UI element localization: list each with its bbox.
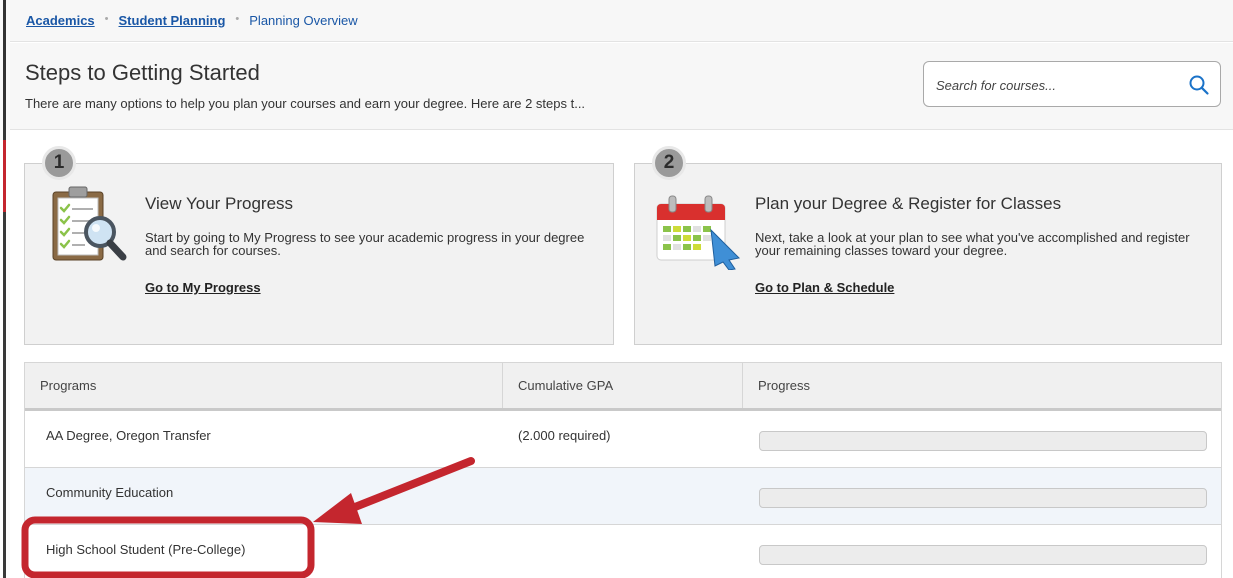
step-card-progress: 1 View Your Progress Start by going to M… <box>24 146 614 345</box>
column-header-progress: Progress <box>758 378 811 393</box>
table-row[interactable]: High School Student (Pre-College) <box>25 525 1221 578</box>
program-name: AA Degree, Oregon Transfer <box>46 428 211 443</box>
programs-table: Programs Cumulative GPA Progress AA Degr… <box>24 362 1222 578</box>
search-icon[interactable] <box>1188 74 1210 96</box>
progress-clipboard-icon <box>52 186 127 261</box>
step-number-badge: 2 <box>652 146 686 180</box>
search-input[interactable] <box>934 74 1178 96</box>
step-card-plan: 2 Plan your Degree & Register for Classe… <box>634 146 1222 345</box>
program-gpa: (2.000 required) <box>518 428 611 443</box>
rail-bar <box>3 0 6 578</box>
breadcrumb-academics[interactable]: Academics <box>26 13 95 28</box>
calendar-icon <box>656 195 741 270</box>
table-header: Programs Cumulative GPA Progress <box>25 363 1221 411</box>
table-row[interactable]: AA Degree, Oregon Transfer (2.000 requir… <box>25 411 1221 468</box>
progress-bar <box>759 545 1207 565</box>
column-header-programs: Programs <box>25 363 503 408</box>
breadcrumb-planning-overview: Planning Overview <box>249 13 358 28</box>
progress-bar <box>759 488 1207 508</box>
step-title: Plan your Degree & Register for Classes <box>755 194 1062 213</box>
go-to-plan-schedule-link[interactable]: Go to Plan & Schedule <box>755 280 894 295</box>
course-search <box>923 61 1221 107</box>
page-title: Steps to Getting Started <box>25 60 260 85</box>
program-name: High School Student (Pre-College) <box>46 542 246 557</box>
step-description: Next, take a look at your plan to see wh… <box>755 230 1190 258</box>
table-row[interactable]: Community Education <box>25 468 1221 525</box>
page-subtitle: There are many options to help you plan … <box>25 96 586 111</box>
breadcrumb-separator: • <box>235 13 240 25</box>
step-number-badge: 1 <box>42 146 76 180</box>
left-rail <box>0 0 6 578</box>
program-name: Community Education <box>46 485 174 500</box>
breadcrumb: Academics • Student Planning • Planning … <box>10 0 1233 42</box>
page-header: Steps to Getting Started There are many … <box>10 43 1233 130</box>
step-title: View Your Progress <box>145 194 294 213</box>
progress-bar <box>759 431 1207 451</box>
go-to-my-progress-link[interactable]: Go to My Progress <box>145 280 261 295</box>
rail-active-marker <box>3 140 6 212</box>
column-header-gpa: Cumulative GPA <box>503 363 743 408</box>
step-description: Start by going to My Progress to see you… <box>145 230 585 258</box>
breadcrumb-separator: • <box>104 13 109 25</box>
breadcrumb-student-planning[interactable]: Student Planning <box>119 13 226 28</box>
